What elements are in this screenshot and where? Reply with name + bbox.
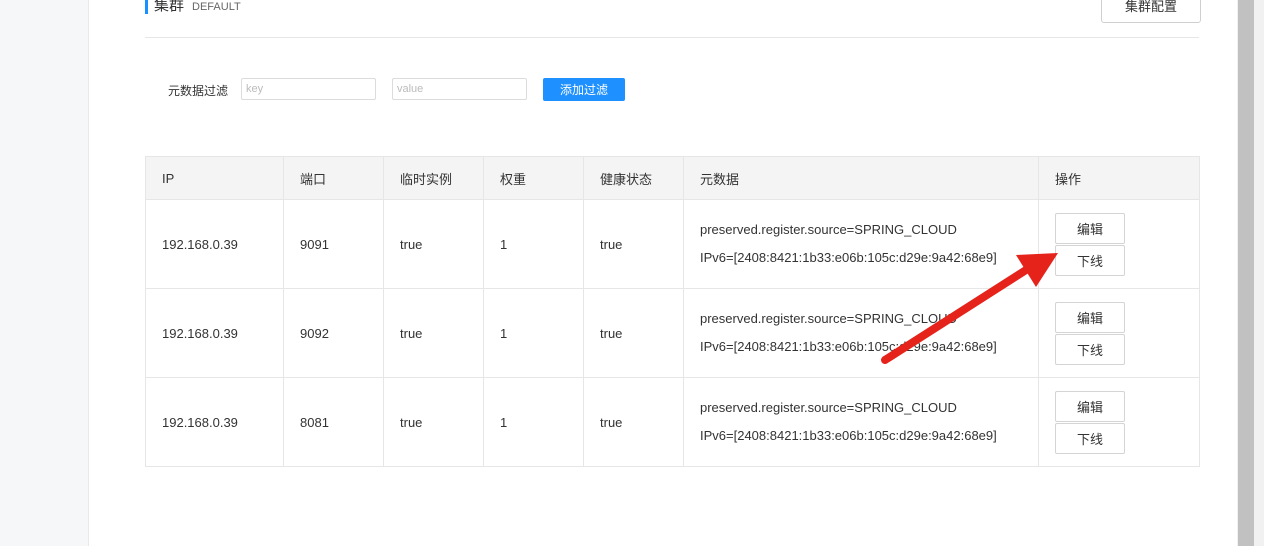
table-row: 192.168.0.39 9092 true 1 true preserved.… xyxy=(145,288,1200,378)
cell-actions: 编辑 下线 xyxy=(1038,288,1200,378)
instance-table: IP 端口 临时实例 权重 健康状态 元数据 操作 192.168.0.39 9… xyxy=(145,156,1200,467)
divider xyxy=(145,37,1199,38)
cell-metadata: preserved.register.source=SPRING_CLOUD I… xyxy=(683,377,1039,467)
metadata-source: preserved.register.source=SPRING_CLOUD xyxy=(700,222,957,237)
cell-actions: 编辑 下线 xyxy=(1038,377,1200,467)
header-port: 端口 xyxy=(283,156,384,200)
table-row: 192.168.0.39 8081 true 1 true preserved.… xyxy=(145,377,1200,467)
cell-health: true xyxy=(583,288,684,378)
add-filter-button[interactable]: 添加过滤 xyxy=(543,78,625,101)
table-row: 192.168.0.39 9091 true 1 true preserved.… xyxy=(145,199,1200,289)
offline-button[interactable]: 下线 xyxy=(1055,244,1125,276)
header-ip: IP xyxy=(145,156,284,200)
filter-key-input[interactable] xyxy=(241,78,376,100)
header-metadata: 元数据 xyxy=(683,156,1039,200)
edit-button[interactable]: 编辑 xyxy=(1055,212,1125,244)
scrollbar-thumb[interactable] xyxy=(1238,0,1254,546)
offline-button[interactable]: 下线 xyxy=(1055,422,1125,454)
metadata-ipv6: IPv6=[2408:8421:1b33:e06b:105c:d29e:9a42… xyxy=(700,428,997,443)
cell-port: 9091 xyxy=(283,199,384,289)
header-weight: 权重 xyxy=(483,156,584,200)
offline-button[interactable]: 下线 xyxy=(1055,333,1125,365)
cell-weight: 1 xyxy=(483,288,584,378)
cell-weight: 1 xyxy=(483,377,584,467)
cell-metadata: preserved.register.source=SPRING_CLOUD I… xyxy=(683,288,1039,378)
edit-button[interactable]: 编辑 xyxy=(1055,301,1125,333)
metadata-filter-label: 元数据过滤 xyxy=(168,84,229,98)
cluster-config-button[interactable]: 集群配置 xyxy=(1101,0,1201,23)
cell-metadata: preserved.register.source=SPRING_CLOUD I… xyxy=(683,199,1039,289)
cell-ephemeral: true xyxy=(383,377,484,467)
cluster-title: 集群 xyxy=(154,0,185,14)
cell-actions: 编辑 下线 xyxy=(1038,199,1200,289)
filter-value-input[interactable] xyxy=(392,78,527,100)
header-ephemeral: 临时实例 xyxy=(383,156,484,200)
metadata-ipv6: IPv6=[2408:8421:1b33:e06b:105c:d29e:9a42… xyxy=(700,339,997,354)
cell-health: true xyxy=(583,377,684,467)
header-actions: 操作 xyxy=(1038,156,1200,200)
cell-ip: 192.168.0.39 xyxy=(145,377,284,467)
metadata-source: preserved.register.source=SPRING_CLOUD xyxy=(700,311,957,326)
cell-port: 8081 xyxy=(283,377,384,467)
table-header-row: IP 端口 临时实例 权重 健康状态 元数据 操作 xyxy=(145,156,1200,200)
cluster-name: DEFAULT xyxy=(192,1,241,13)
cell-weight: 1 xyxy=(483,199,584,289)
cell-ip: 192.168.0.39 xyxy=(145,199,284,289)
metadata-ipv6: IPv6=[2408:8421:1b33:e06b:105c:d29e:9a42… xyxy=(700,250,997,265)
cell-ip: 192.168.0.39 xyxy=(145,288,284,378)
left-sidebar xyxy=(0,0,89,546)
header-health: 健康状态 xyxy=(583,156,684,200)
metadata-source: preserved.register.source=SPRING_CLOUD xyxy=(700,400,957,415)
cell-port: 9092 xyxy=(283,288,384,378)
cell-ephemeral: true xyxy=(383,199,484,289)
cell-health: true xyxy=(583,199,684,289)
edit-button[interactable]: 编辑 xyxy=(1055,390,1125,422)
cluster-heading: 集群 DEFAULT xyxy=(145,0,241,14)
cell-ephemeral: true xyxy=(383,288,484,378)
